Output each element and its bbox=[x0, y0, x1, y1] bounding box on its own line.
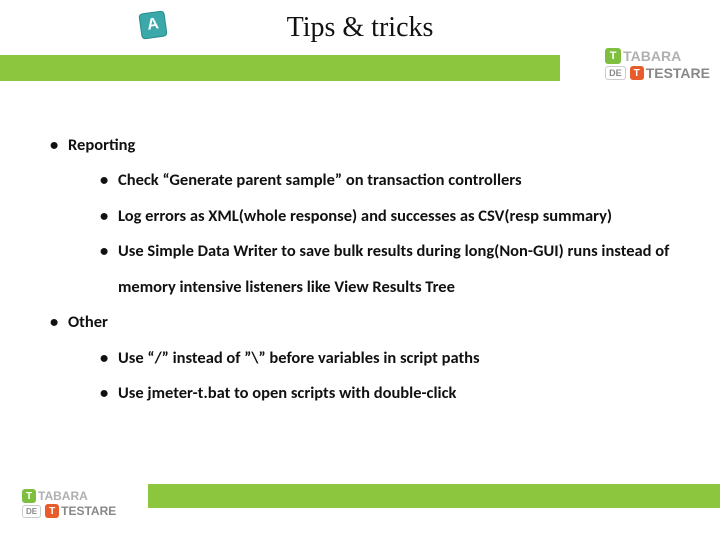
logo-row-1: T TABARA bbox=[22, 489, 116, 503]
title-row: A Tips & tricks bbox=[0, 8, 720, 48]
bullet-l1: Other Use “/” instead of ”\” before vari… bbox=[50, 305, 680, 411]
slide: A Tips & tricks T TABARA DE T TESTARE Re… bbox=[0, 0, 720, 540]
logo-tile-icon: T bbox=[630, 66, 644, 80]
bullet-l2: Check “Generate parent sample” on transa… bbox=[88, 163, 680, 198]
bullet-text: Use Simple Data Writer to save bulk resu… bbox=[118, 241, 669, 296]
bullet-l2: Use Simple Data Writer to save bulk resu… bbox=[88, 234, 680, 305]
slide-title: Tips & tricks bbox=[0, 12, 720, 44]
bullet-text: Check “Generate parent sample” on transa… bbox=[118, 170, 522, 190]
logo-tile-icon: T bbox=[45, 504, 59, 518]
logo-word-2: TESTARE bbox=[61, 505, 116, 517]
logo-de: DE bbox=[22, 505, 41, 518]
logo-tile-icon: T bbox=[22, 489, 36, 503]
content-body: Reporting Check “Generate parent sample”… bbox=[50, 128, 680, 412]
logo-tile-icon: T bbox=[605, 48, 621, 64]
bullet-text: Other bbox=[68, 312, 108, 332]
logo-bottom: T TABARA DE T TESTARE bbox=[22, 489, 116, 518]
accent-bar-bottom bbox=[148, 484, 720, 508]
bullet-l2: Use jmeter-t.bat to open scripts with do… bbox=[88, 376, 680, 411]
bullet-l1: Reporting Check “Generate parent sample”… bbox=[50, 128, 680, 305]
logo-row-2: DE T TESTARE bbox=[605, 66, 710, 80]
logo-word-2: TESTARE bbox=[646, 66, 710, 80]
logo-top: T TABARA DE T TESTARE bbox=[605, 48, 710, 80]
logo-word-1: TABARA bbox=[38, 490, 88, 502]
bullet-text: Use jmeter-t.bat to open scripts with do… bbox=[118, 383, 456, 403]
logo-word-1: TABARA bbox=[623, 49, 681, 63]
bullet-l2: Use “/” instead of ”\” before variables … bbox=[88, 341, 680, 376]
logo-row-1: T TABARA bbox=[605, 48, 710, 64]
accent-bar-top bbox=[0, 55, 560, 81]
bullet-text: Reporting bbox=[68, 135, 135, 155]
a-icon: A bbox=[138, 10, 167, 39]
logo: T TABARA DE T TESTARE bbox=[605, 48, 710, 80]
bullet-l2: Log errors as XML(whole response) and su… bbox=[88, 199, 680, 234]
logo-de: DE bbox=[605, 66, 626, 80]
logo-row-2: DE T TESTARE bbox=[22, 504, 116, 518]
logo: T TABARA DE T TESTARE bbox=[22, 489, 116, 518]
bullet-text: Use “/” instead of ”\” before variables … bbox=[118, 348, 480, 368]
bullet-text: Log errors as XML(whole response) and su… bbox=[118, 206, 612, 226]
title-icon: A bbox=[140, 12, 166, 38]
